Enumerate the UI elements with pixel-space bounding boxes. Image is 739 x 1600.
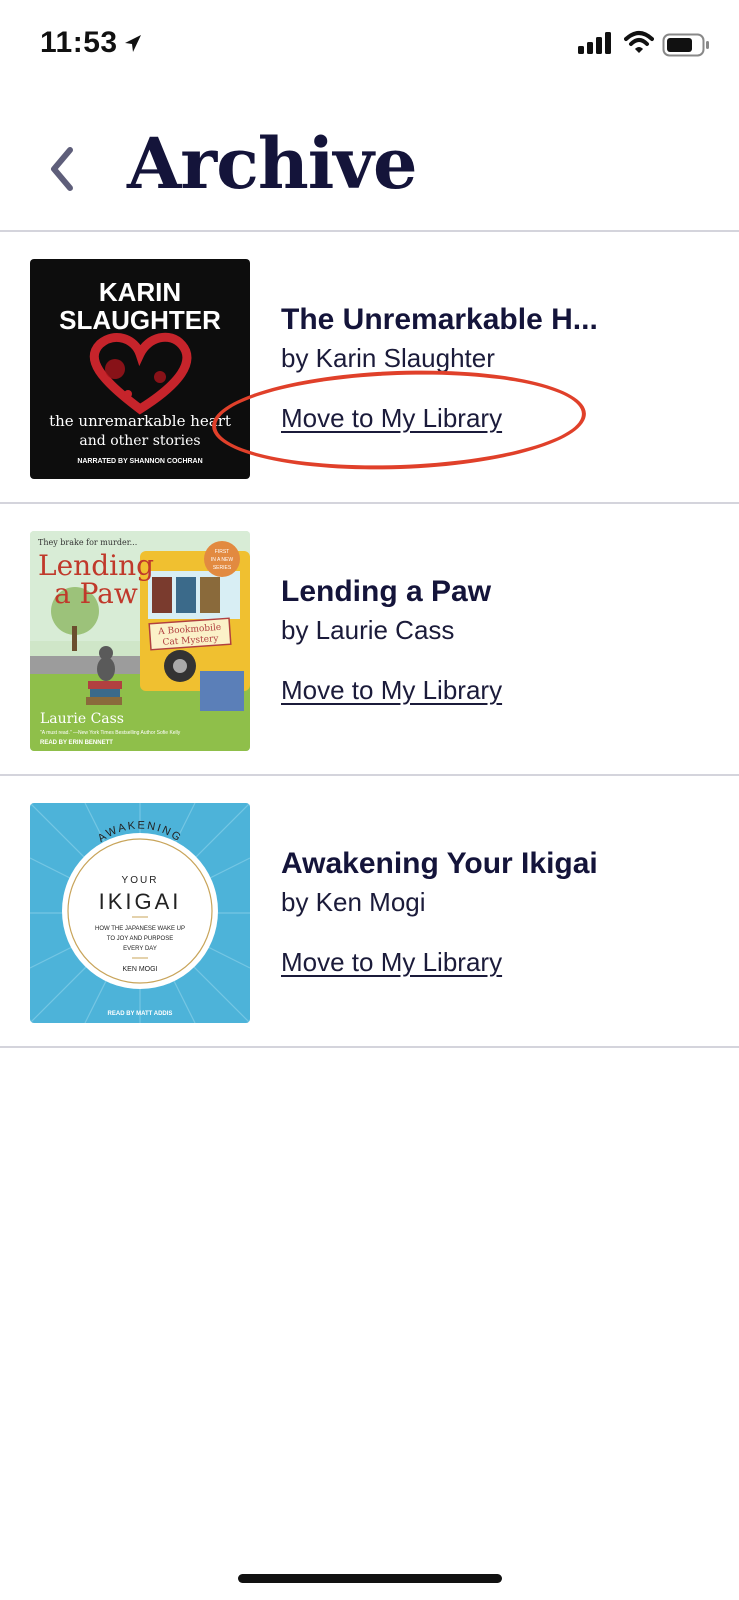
archive-list-item[interactable]: KARIN SLAUGHTER the unremarkable heart a… [0, 231, 739, 505]
cover-quote: "A must read." —New York Times Bestselli… [40, 730, 181, 736]
cover-sub-line3: EVERY DAY [123, 946, 157, 952]
status-bar: 11:53 [0, 0, 739, 90]
book-title: Lending a Paw [281, 575, 492, 608]
cover-author-line2: SLAUGHTER [59, 305, 221, 335]
cover-sub-line2: TO JOY AND PURPOSE [107, 936, 173, 942]
page-title: Archive [127, 122, 418, 205]
cover-title-line2: and other stories [79, 433, 200, 449]
archive-list-item[interactable]: A Bookmobile Cat Mystery FIRST IN A NEW … [0, 503, 739, 777]
cellular-signal-icon [578, 32, 611, 54]
book-cover: AWAKENING YOUR IKIGAI HOW THE JAPANESE W… [30, 803, 250, 1023]
cover-sub-line1: HOW THE JAPANESE WAKE UP [95, 926, 185, 932]
cover-author: Laurie Cass [40, 711, 124, 727]
archive-list-item[interactable]: AWAKENING YOUR IKIGAI HOW THE JAPANESE W… [0, 775, 739, 1049]
book-title: Awakening Your Ikigai [281, 847, 598, 880]
home-indicator[interactable] [238, 1574, 502, 1583]
cover-narrator: READ BY MATT ADDIS [108, 1011, 173, 1017]
book-author: by Laurie Cass [281, 615, 455, 645]
location-arrow-icon [125, 35, 141, 52]
move-to-library-link[interactable]: Move to My Library [281, 675, 502, 706]
book-author: by Ken Mogi [281, 887, 426, 917]
cover-ikigai: IKIGAI [99, 889, 182, 914]
wifi-icon [624, 31, 654, 53]
book-cover: KARIN SLAUGHTER the unremarkable heart a… [30, 259, 250, 479]
book-author: by Karin Slaughter [281, 343, 495, 373]
cover-title-line2: a Paw [54, 577, 138, 610]
annotation-ellipse [210, 364, 588, 476]
cover-title-line1: the unremarkable heart [49, 412, 231, 430]
cover-badge-line3: SERIES [213, 565, 232, 571]
cover-badge-line2: IN A NEW [211, 557, 234, 563]
status-time: 11:53 [40, 26, 118, 59]
cover-author-line1: KARIN [99, 277, 181, 307]
row-divider [0, 1046, 739, 1048]
book-title: The Unremarkable H... [281, 303, 598, 336]
battery-icon [662, 33, 709, 57]
cover-narrator: NARRATED BY SHANNON COCHRAN [77, 458, 202, 465]
cover-badge-line1: FIRST [215, 549, 229, 555]
back-chevron-icon[interactable] [44, 144, 84, 194]
move-to-library-link[interactable]: Move to My Library [281, 947, 502, 978]
book-cover: A Bookmobile Cat Mystery FIRST IN A NEW … [30, 531, 250, 751]
cover-tagline: They brake for murder... [38, 538, 137, 547]
cover-your: YOUR [122, 875, 159, 886]
cover-author: KEN MOGI [122, 966, 157, 973]
cover-narrator: READ BY ERIN BENNETT [40, 740, 113, 746]
